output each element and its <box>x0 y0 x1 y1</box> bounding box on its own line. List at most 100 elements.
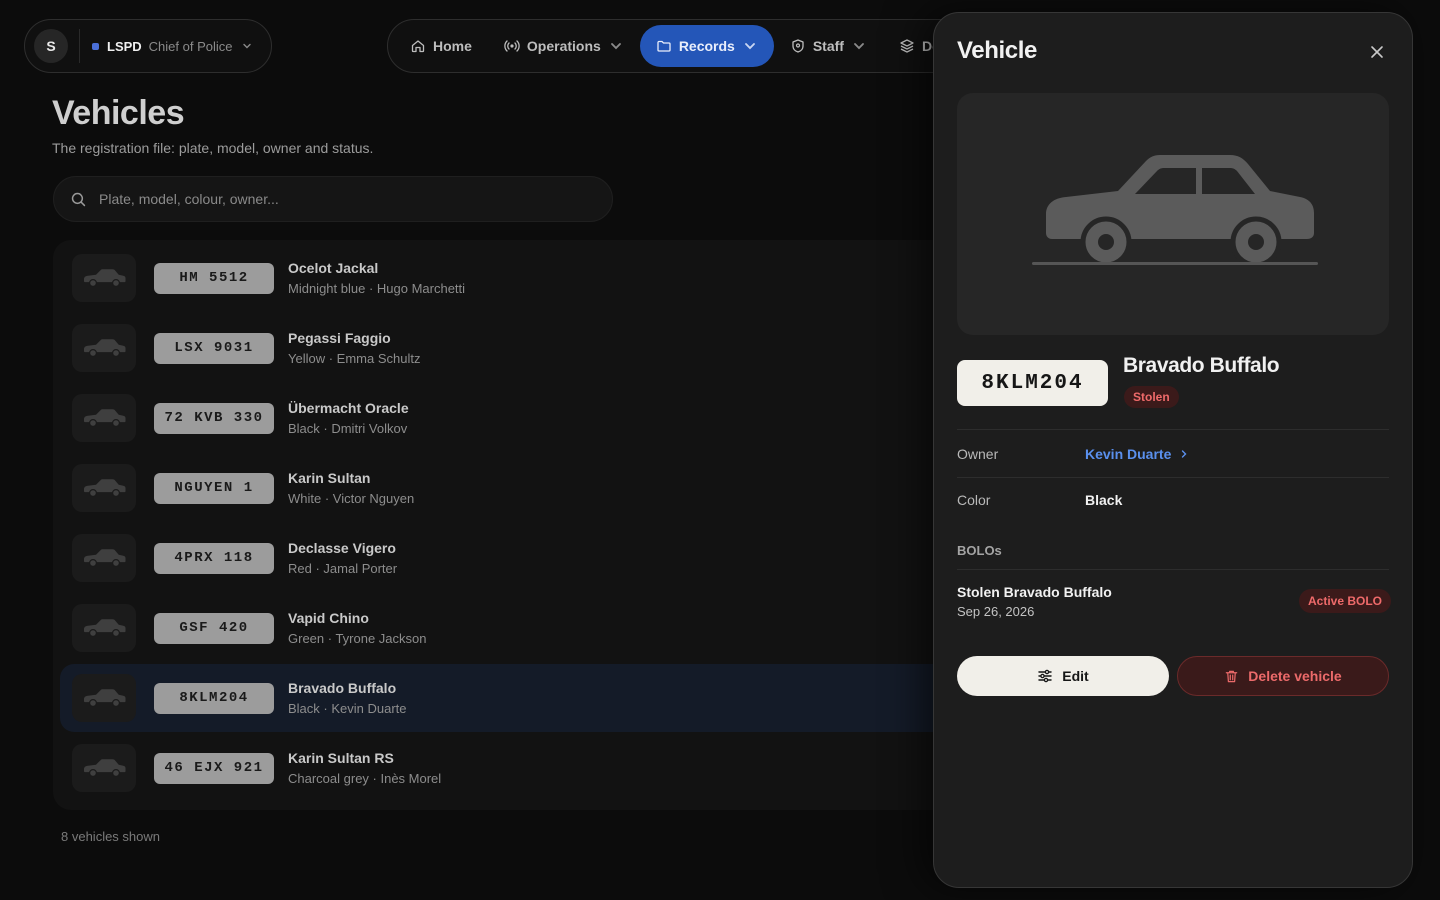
vehicle-meta: Red · Jamal Porter <box>288 561 398 576</box>
car-icon <box>84 339 126 358</box>
car-icon <box>1032 155 1318 268</box>
nav-item-home[interactable]: Home <box>394 25 488 67</box>
page-subtitle: The registration file: plate, model, own… <box>52 140 374 156</box>
bolos-heading: BOLOs <box>957 543 1002 558</box>
vehicle-model: Ocelot Jackal <box>288 260 379 276</box>
nav-item-label: Records <box>678 38 735 54</box>
edit-label: Edit <box>1062 668 1089 684</box>
vehicle-meta: Black · Kevin Duarte <box>288 701 407 716</box>
car-icon <box>84 619 126 638</box>
license-plate: LSX 9031 <box>154 332 274 364</box>
nav-item-staff[interactable]: Staff <box>774 25 883 67</box>
vehicle-model: Bravado Buffalo <box>288 680 397 696</box>
car-icon <box>84 549 126 568</box>
vehicle-count: 8 vehicles shown <box>61 829 160 844</box>
org-name: LSPD <box>107 38 142 54</box>
vehicle-row[interactable]: 8KLM204 Bravado Buffalo Black · Kevin Duar… <box>60 664 953 732</box>
search-bar <box>53 176 613 222</box>
search-icon <box>71 192 86 206</box>
home-icon <box>411 40 425 53</box>
vehicle-row[interactable]: GSF 420 Vapid Chino Green · Tyrone Jackson <box>60 594 953 662</box>
close-icon <box>1371 46 1383 58</box>
vehicle-thumbnail <box>72 254 136 302</box>
vehicle-info: Karin Sultan White · Victor Nguyen <box>288 470 414 506</box>
page-title: Vehicles <box>52 94 185 132</box>
org-status-dot <box>92 42 99 50</box>
color-label: Color <box>957 492 991 508</box>
divider <box>957 477 1389 478</box>
vehicle-row[interactable]: 46 EJX 921 Karin Sultan RS Charcoal grey ·… <box>60 734 953 802</box>
vehicle-thumbnail <box>72 394 136 442</box>
owner-label: Owner <box>957 446 999 462</box>
vehicle-row[interactable]: HM 5512 Ocelot Jackal Midnight blue · Hugo… <box>60 244 953 312</box>
layers-icon <box>900 39 914 53</box>
license-plate: NGUYEN 1 <box>154 472 274 504</box>
nav-item-operations[interactable]: Operations <box>488 25 640 67</box>
org-switcher[interactable]: S LSPD Chief of Police <box>24 19 272 73</box>
sliders-icon <box>1038 669 1052 683</box>
chevron-down-icon <box>242 43 251 49</box>
owner-name: Kevin Duarte <box>1085 446 1172 462</box>
divider <box>957 429 1389 430</box>
vehicle-info: Vapid Chino Green · Tyrone Jackson <box>288 610 427 646</box>
vehicle-model: Karin Sultan <box>288 470 371 486</box>
vehicle-meta: Black · Dmitri Volkov <box>288 421 408 436</box>
vehicle-info: Karin Sultan RS Charcoal grey · Inès More… <box>288 750 441 786</box>
license-plate: 8KLM204 <box>957 360 1108 406</box>
vehicle-meta: Charcoal grey · Inès Morel <box>288 771 442 786</box>
org-role: Chief of Police <box>148 38 233 54</box>
nav-item-label: Home <box>433 38 472 54</box>
bolo-status-badge: Active BOLO <box>1299 589 1392 613</box>
bolo-title[interactable]: Stolen Bravado Buffalo <box>957 584 1112 600</box>
status-badge: Stolen <box>1124 386 1179 408</box>
owner-link[interactable]: Kevin Duarte <box>1085 446 1189 462</box>
chevron-down-icon <box>854 43 864 50</box>
car-icon <box>84 689 126 708</box>
vehicle-info: Übermacht Oracle Black · Dmitri Volkov <box>288 400 409 436</box>
delete-vehicle-button[interactable]: Delete vehicle <box>1177 656 1389 696</box>
vehicle-thumbnail <box>72 464 136 512</box>
vehicle-image <box>957 93 1389 335</box>
license-plate: HM 5512 <box>154 262 274 294</box>
vehicle-thumbnail <box>72 534 136 582</box>
delete-label: Delete vehicle <box>1248 668 1342 684</box>
vehicle-meta: Yellow · Emma Schultz <box>288 351 421 366</box>
divider <box>957 569 1389 570</box>
car-icon <box>84 269 126 288</box>
nav-item-records[interactable]: Records <box>639 25 774 67</box>
car-icon <box>84 479 126 498</box>
bolo-date: Sep 26, 2026 <box>957 604 1035 619</box>
car-icon <box>84 409 126 428</box>
vehicle-row[interactable]: 72 KVB 330 Übermacht Oracle Black · Dmitri… <box>60 384 953 452</box>
license-plate: 46 EJX 921 <box>154 752 274 784</box>
vehicle-meta: Green · Tyrone Jackson <box>288 631 427 646</box>
avatar[interactable]: S <box>34 29 68 63</box>
license-plate: 72 KVB 330 <box>154 402 274 434</box>
vehicle-meta: White · Victor Nguyen <box>288 491 415 506</box>
vehicle-drawer: Vehicle 8KLM204 Bravado Buffalo Stolen O… <box>933 12 1413 888</box>
license-plate: 4PRX 118 <box>154 542 274 574</box>
vehicle-thumbnail <box>72 744 136 792</box>
chevron-down-icon <box>744 43 755 50</box>
vehicle-row[interactable]: 4PRX 118 Declasse Vigero Red · Jamal Porte… <box>60 524 953 592</box>
vehicle-info: Declasse Vigero Red · Jamal Porter <box>288 540 397 576</box>
vehicle-model: Vapid Chino <box>288 610 369 626</box>
license-plate: 8KLM204 <box>154 682 274 714</box>
vehicle-row[interactable]: NGUYEN 1 Karin Sultan White · Victor Nguye… <box>60 454 953 522</box>
folder-icon <box>657 40 671 52</box>
vehicle-info: Bravado Buffalo Black · Kevin Duarte <box>288 680 407 716</box>
vehicle-thumbnail <box>72 674 136 722</box>
vehicle-model: Karin Sultan RS <box>288 750 394 766</box>
chevron-down-icon <box>610 43 621 50</box>
close-button[interactable] <box>1366 41 1388 63</box>
search-input[interactable] <box>99 191 579 207</box>
nav-item-label: Staff <box>812 38 844 54</box>
vehicle-row[interactable]: LSX 9031 Pegassi Faggio Yellow · Emma Schu… <box>60 314 953 382</box>
main-nav: Home Operations Records Staff De <box>387 19 987 73</box>
vehicle-meta: Midnight blue · Hugo Marchetti <box>288 281 466 296</box>
car-icon <box>84 759 126 778</box>
divider <box>79 29 80 63</box>
edit-button[interactable]: Edit <box>957 656 1169 696</box>
vehicle-thumbnail <box>72 604 136 652</box>
vehicle-list: HM 5512 Ocelot Jackal Midnight blue · Hugo… <box>53 240 953 810</box>
